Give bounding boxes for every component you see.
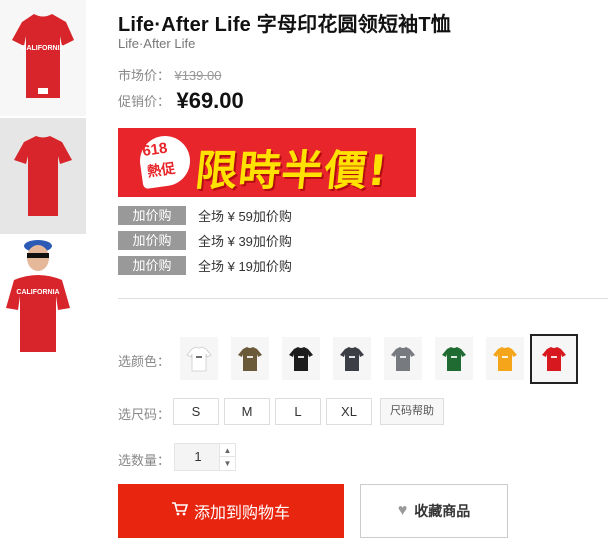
size-label: 选尺码： — [118, 407, 171, 422]
product-thumbnail-back[interactable] — [0, 118, 86, 234]
svg-text:CALIFORNIA: CALIFORNIA — [21, 45, 64, 52]
addon-row[interactable]: 加价购 全场 ¥ 59加价购 — [118, 206, 292, 225]
color-swatch-red[interactable] — [530, 334, 578, 384]
banner-badge-text: 熱促 — [146, 159, 177, 180]
market-price-value: ¥139.00 — [174, 68, 222, 83]
favorite-button[interactable]: ♥ 收藏商品 — [360, 484, 508, 538]
size-option-xl[interactable]: XL — [326, 398, 372, 425]
heart-icon: ♥ — [397, 502, 408, 519]
color-swatch-black[interactable] — [282, 337, 320, 380]
quantity-label: 选数量： — [118, 453, 171, 468]
color-swatch-green[interactable] — [435, 337, 473, 380]
addon-row[interactable]: 加价购 全场 ¥ 19加价购 — [118, 256, 292, 275]
cart-icon — [171, 501, 189, 521]
quantity-stepper: 1 ▲ ▼ — [174, 443, 236, 471]
banner-badge: 618 熱促 — [136, 132, 194, 190]
tshirt-icon — [542, 347, 566, 371]
size-option-s[interactable]: S — [173, 398, 219, 425]
tshirt-icon — [340, 346, 364, 371]
color-swatch-white[interactable] — [180, 337, 218, 380]
banner-badge-number: 618 — [141, 139, 169, 160]
addon-desc: 全场 ¥ 39加价购 — [198, 234, 292, 249]
section-divider — [118, 298, 608, 299]
tshirt-icon — [391, 346, 415, 371]
tshirt-icon — [442, 346, 466, 371]
tshirt-icon — [289, 346, 313, 371]
addon-row[interactable]: 加价购 全场 ¥ 39加价购 — [118, 231, 292, 250]
promo-price-row: 促销价： ¥69.00 — [118, 88, 244, 114]
thumbnail-column: CALIFORNIA CALIFORNIA — [0, 0, 86, 354]
color-swatch-gray[interactable] — [384, 337, 422, 380]
color-label: 选颜色： — [118, 354, 171, 369]
color-swatch-charcoal[interactable] — [333, 337, 371, 380]
product-brand: Life·After Life — [118, 36, 196, 51]
svg-text:CALIFORNIA: CALIFORNIA — [16, 289, 59, 296]
tshirt-icon — [493, 346, 517, 371]
addon-tag: 加价购 — [118, 206, 186, 225]
addon-tag: 加价购 — [118, 231, 186, 250]
chevron-down-icon[interactable]: ▼ — [219, 457, 235, 470]
color-swatch-yellow[interactable] — [486, 337, 524, 380]
promo-banner[interactable]: 618 熱促 限時半價! — [118, 128, 416, 197]
add-to-cart-label: 添加到购物车 — [193, 505, 290, 522]
add-to-cart-button[interactable]: 添加到购物车 — [118, 484, 344, 538]
favorite-label: 收藏商品 — [414, 503, 471, 519]
promo-price-value: ¥69.00 — [176, 88, 244, 113]
chevron-up-icon[interactable]: ▲ — [219, 444, 235, 457]
promo-price-label: 促销价： — [118, 94, 171, 109]
color-swatch-olive[interactable] — [231, 337, 269, 380]
size-help-button[interactable]: 尺码帮助 — [380, 398, 444, 425]
size-option-m[interactable]: M — [224, 398, 270, 425]
product-title: Life·After Life 字母印花圆领短袖T恤 — [118, 14, 451, 36]
quantity-input[interactable]: 1 — [175, 444, 221, 470]
addon-desc: 全场 ¥ 19加价购 — [198, 259, 292, 274]
product-thumbnail-front[interactable]: CALIFORNIA — [0, 0, 86, 116]
market-price-row: 市场价： ¥139.00 — [118, 65, 221, 85]
addon-desc: 全场 ¥ 59加价购 — [198, 209, 292, 224]
market-price-label: 市场价： — [118, 68, 171, 83]
product-thumbnail-model[interactable]: CALIFORNIA — [0, 236, 86, 352]
tshirt-icon — [186, 346, 212, 371]
size-option-l[interactable]: L — [275, 398, 321, 425]
banner-headline: 限時半價! — [193, 146, 391, 195]
tshirt-icon — [238, 346, 262, 371]
addon-tag: 加价购 — [118, 256, 186, 275]
